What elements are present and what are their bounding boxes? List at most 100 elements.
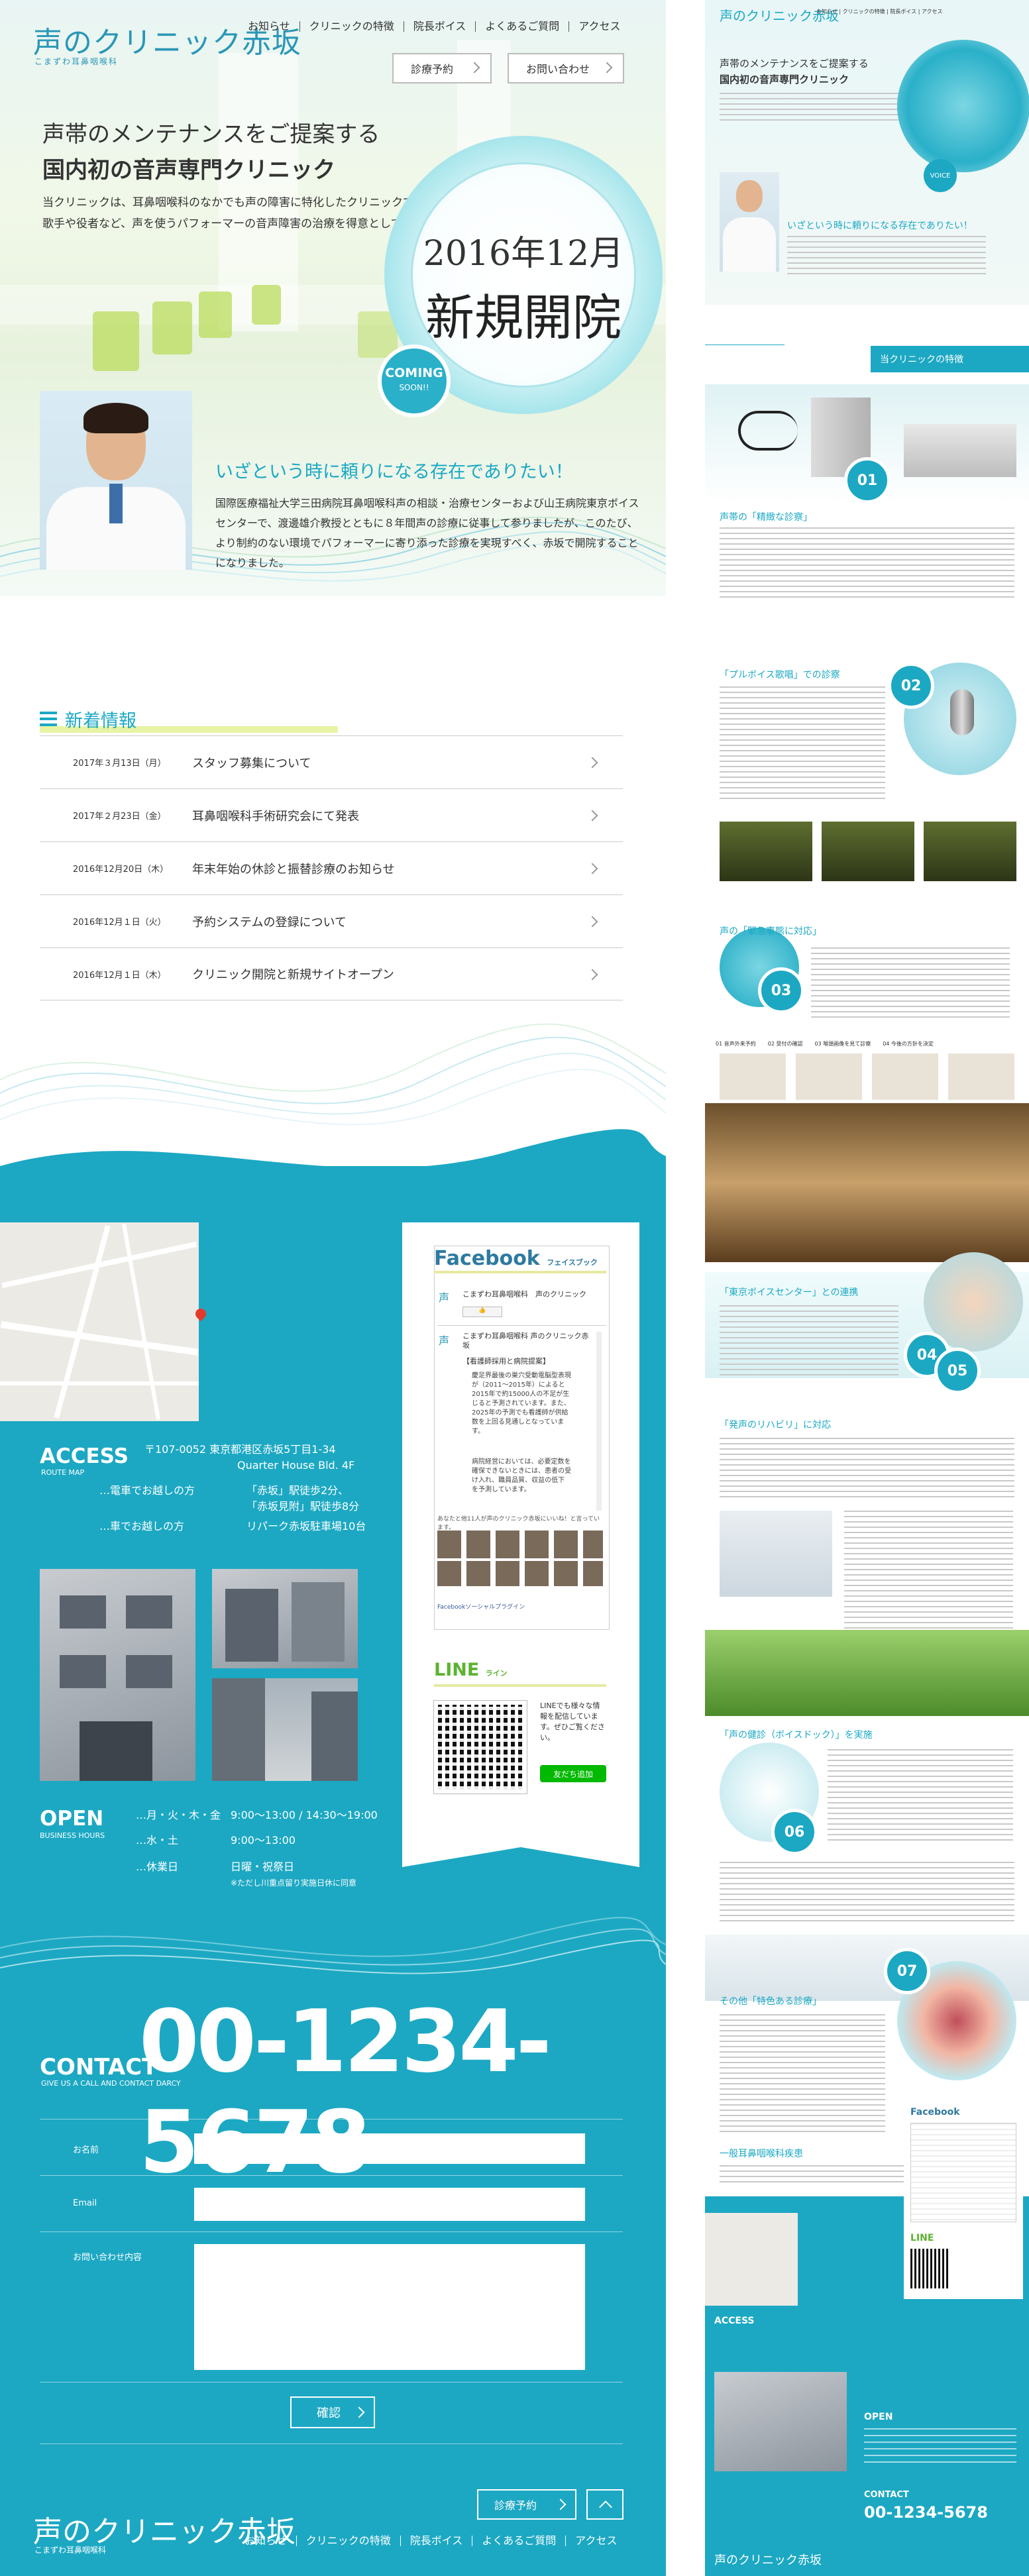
- bg-chair: [252, 285, 281, 325]
- nav-item-faq[interactable]: よくあるご質問: [476, 21, 570, 32]
- news-item[interactable]: 2016年12月20日（木） 年末年始の休診と振替診療のお知らせ: [40, 841, 623, 894]
- fb-post-page[interactable]: こまずわ耳鼻咽喉科 声のクリニック赤坂: [462, 1332, 595, 1350]
- line-title: LINE ライン: [434, 1660, 508, 1680]
- sp-video-thumb[interactable]: [720, 822, 812, 881]
- news-date: 2017年２月23日（金）: [73, 812, 166, 822]
- access-address2: Quarter House Bld. 4F: [237, 1459, 355, 1472]
- train-station1: 「赤坂」駅徒歩2分、: [246, 1484, 349, 1497]
- sp-feature4-text: [720, 1305, 898, 1378]
- news-item[interactable]: 2016年12月１日（火） 予約システムの登録について: [40, 894, 623, 947]
- sp-feature-number: 05: [934, 1348, 981, 1394]
- fb-post-body2: 病院経営においては、必要定数を確保できないときには、患者の受け入れ、職員品質、収…: [472, 1458, 571, 1493]
- sp-nav-access[interactable]: アクセス: [922, 9, 943, 15]
- fb-post-body: 慶足界最後の巣穴受動電脳型表現が（2011〜2015年）によると2015年で約1…: [472, 1372, 571, 1435]
- site-header: 声のクリニック赤坂 こまずわ耳鼻咽喉科 お知らせ クリニックの特徴 院長ボイス …: [0, 0, 666, 93]
- sp-rehab-photo: [720, 1511, 832, 1597]
- footer-nav-faq[interactable]: よくあるご質問: [472, 2536, 567, 2546]
- list-icon: [40, 712, 57, 726]
- message-textarea[interactable]: [194, 2244, 585, 2370]
- sp-catch: 声帯のメンテナンスをご提案する 国内初の音声専門クリニック: [720, 56, 869, 87]
- nav-item-features[interactable]: クリニックの特徴: [300, 21, 404, 32]
- sp-lead-text: [720, 93, 898, 123]
- fb-scrollbar[interactable]: [596, 1332, 602, 1511]
- entrance-photo: [212, 1569, 358, 1668]
- sp-catch-line1: 声帯のメンテナンスをご提案する: [720, 58, 869, 70]
- nav-item-voice[interactable]: 院長ボイス: [404, 21, 476, 32]
- news-item[interactable]: 2017年２月23日（金） 耳鼻咽喉科手術研究会にて発表: [40, 788, 623, 841]
- sp-feature2-text: [720, 686, 885, 799]
- form-divider: [40, 2175, 623, 2176]
- contact-wave: [0, 1917, 666, 1974]
- form-divider: [40, 2443, 623, 2444]
- news-item[interactable]: 2016年12月１日（木） クリニック開院と新規サイトオープン: [40, 947, 623, 1000]
- fb-avatar-gap: [437, 1558, 603, 1561]
- fb-footer[interactable]: Facebookソーシャルプラグイン: [437, 1602, 525, 1611]
- building-photo: [40, 1569, 195, 1781]
- hours-day: …休業日: [136, 1860, 179, 1873]
- map-road: [0, 1381, 199, 1385]
- chevron-right-icon: [601, 62, 613, 74]
- news-list: 2017年３月13日（月） スタッフ募集について 2017年２月23日（金） 耳鼻咽…: [40, 735, 623, 1000]
- sp-features-title: 当クリニックの特徴: [871, 346, 1029, 372]
- sp-intro-text: [787, 236, 986, 276]
- sp-footer-logo[interactable]: 声のクリニック赤坂: [714, 2551, 822, 2568]
- sp-flow-images: [720, 1053, 1014, 1100]
- sp-concert-photo: [705, 1630, 1029, 1716]
- facebook-title: Facebook フェイスブック: [434, 1247, 598, 1270]
- sp-video-thumb[interactable]: [924, 822, 1016, 881]
- doctor-tie: [109, 484, 123, 523]
- access-map[interactable]: [0, 1222, 199, 1421]
- hero-catch-line2: 国内初の音声専門クリニック: [42, 157, 335, 184]
- footer-nav-voice[interactable]: 院長ボイス: [401, 2536, 473, 2546]
- footer-nav-access[interactable]: アクセス: [566, 2536, 626, 2546]
- sp-feature5-text2: [844, 1511, 1013, 1637]
- sp-building-photo: [714, 2372, 847, 2471]
- bg-chair: [93, 311, 139, 371]
- news-text: 耳鼻咽喉科手術研究会にて発表: [192, 809, 359, 824]
- back-to-top-button[interactable]: [586, 2489, 623, 2520]
- line-add-friend-button[interactable]: 友だち追加: [540, 1765, 606, 1782]
- sp-feature4-title: 「東京ボイスセンター」との連携: [720, 1287, 859, 1298]
- footer-nav-features[interactable]: クリニックの特徴: [297, 2536, 401, 2546]
- nav-item-access[interactable]: アクセス: [569, 21, 629, 32]
- sp-nav-features[interactable]: クリニックの特徴: [843, 9, 885, 15]
- sp-feature-number: 02: [888, 663, 934, 709]
- hours-day: …月・火・木・金: [136, 1809, 221, 1821]
- access-subtitle: ROUTE MAP: [41, 1468, 85, 1477]
- car-parking: リパーク赤坂駐車場10台: [246, 1520, 366, 1532]
- line-title-sub: ライン: [485, 1669, 508, 1678]
- sp-video-thumb[interactable]: [822, 822, 914, 881]
- chevron-right-icon: [586, 863, 598, 875]
- sp-phone-number[interactable]: 00-1234-5678: [864, 2503, 988, 2522]
- sp-nav: お知らせ | クリニックの特徴 | 院長ボイス | アクセス: [816, 9, 943, 15]
- sp-nav-news[interactable]: お知らせ: [816, 9, 838, 15]
- sp-feature-number: 01: [844, 457, 891, 504]
- footer-nav-news[interactable]: お知らせ: [235, 2536, 297, 2546]
- confirm-button[interactable]: 確認: [290, 2396, 375, 2428]
- fb-like-button[interactable]: 👍: [462, 1307, 502, 1317]
- footer-logo-subtitle: こまずわ耳鼻咽喉科: [34, 2546, 107, 2555]
- train-station2: 「赤坂見附」駅徒歩8分: [246, 1500, 360, 1513]
- contact-button[interactable]: お問い合わせ: [508, 53, 624, 83]
- sp-feature8-title: 一般耳鼻咽喉科疾患: [720, 2149, 803, 2159]
- sp-feature-number: 03: [758, 967, 804, 1014]
- footer-reserve-button[interactable]: 診療予約: [477, 2489, 576, 2520]
- nav-item-news[interactable]: お知らせ: [239, 21, 300, 32]
- reserve-button[interactable]: 診療予約: [392, 53, 492, 83]
- contact-subtitle: GIVE US A CALL AND CONTACT DARCY: [41, 2079, 181, 2088]
- fb-page-name[interactable]: こまずわ耳鼻咽喉科 声のクリニック: [462, 1289, 605, 1299]
- news-item[interactable]: 2017年３月13日（月） スタッフ募集について: [40, 735, 623, 788]
- chevron-right-icon: [586, 810, 598, 822]
- form-divider: [40, 2231, 623, 2232]
- name-input[interactable]: [194, 2133, 585, 2164]
- bg-chair: [152, 301, 192, 354]
- email-input[interactable]: [194, 2188, 585, 2221]
- sp-feature-number: 07: [884, 1948, 930, 1994]
- photo-building: [311, 1691, 358, 1781]
- sp-map[interactable]: [705, 2213, 798, 2306]
- sp-nav-voice[interactable]: 院長ボイス: [890, 9, 916, 15]
- sp-line-title: LINE: [910, 2233, 934, 2243]
- message-label: お問い合わせ内容: [73, 2253, 142, 2263]
- sp-contact-title: CONTACT: [864, 2490, 909, 2500]
- sp-facebook-title: Facebook: [910, 2107, 960, 2118]
